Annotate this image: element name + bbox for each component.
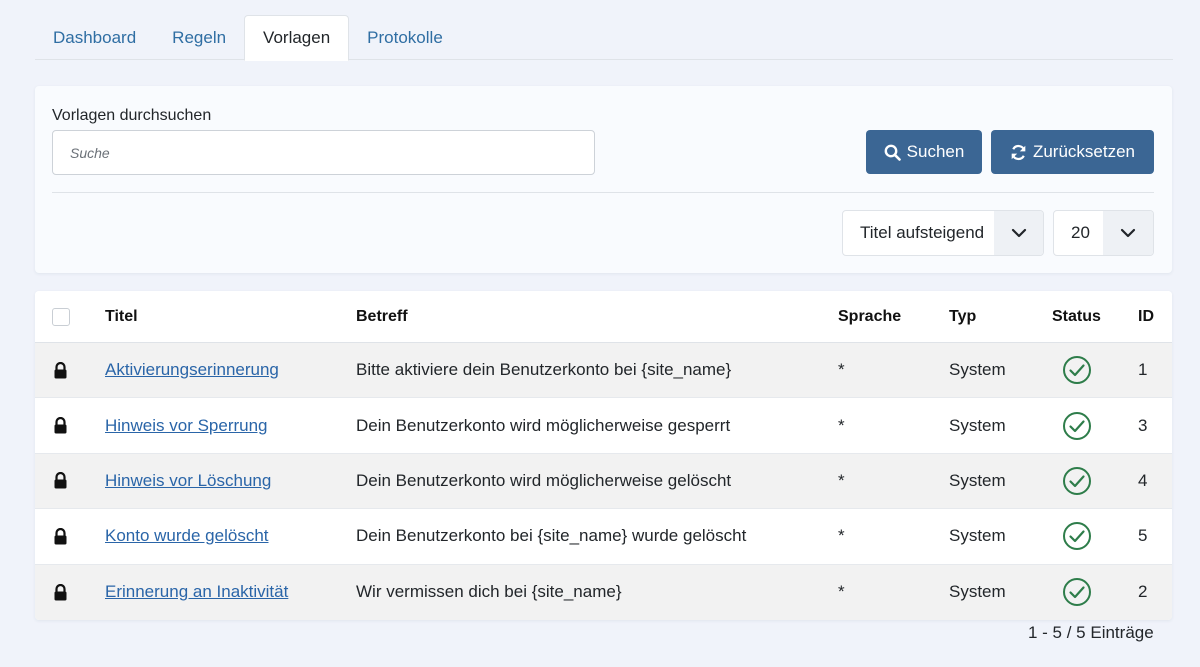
title-cell: Hinweis vor Löschung [105, 454, 271, 508]
subject-cell: Wir vermissen dich bei {site_name} [356, 582, 622, 602]
type-cell: System [949, 526, 1006, 546]
check-circle-icon[interactable] [1062, 509, 1092, 563]
type-cell: System [949, 360, 1006, 380]
template-title-link[interactable]: Hinweis vor Löschung [105, 471, 271, 491]
id-cell: 5 [1138, 526, 1148, 546]
id-cell: 3 [1138, 415, 1148, 435]
search-input[interactable] [52, 130, 595, 175]
check-circle-icon[interactable] [1062, 454, 1092, 508]
search-panel: Vorlagen durchsuchen Suchen Zurückse [35, 86, 1172, 273]
search-button[interactable]: Suchen [866, 130, 982, 174]
title-cell: Hinweis vor Sperrung [105, 398, 268, 452]
subject-cell: Dein Benutzerkonto wird möglicherweise g… [356, 415, 731, 435]
divider [52, 192, 1154, 193]
check-circle-icon[interactable] [1062, 398, 1092, 452]
table-row: Aktivierungserinnerung Bitte aktiviere de… [35, 343, 1172, 399]
lock-icon [53, 398, 68, 452]
header-status: Status [1052, 308, 1101, 325]
search-label: Vorlagen durchsuchen [52, 107, 212, 124]
table-row: Erinnerung an Inaktivität Wir vermissen d… [35, 564, 1172, 620]
header-subject: Betreff [356, 308, 408, 325]
language-cell: * [838, 415, 845, 435]
reset-button[interactable]: Zurücksetzen [991, 130, 1154, 174]
list-limit-select[interactable]: 20 [1053, 210, 1154, 256]
header-title[interactable]: Titel [105, 291, 138, 343]
id-cell: 1 [1138, 360, 1148, 380]
tab-dashboard[interactable]: Dashboard [35, 15, 154, 60]
list-limit-value: 20 [1071, 223, 1090, 242]
table-header: Titel Betreff Sprache Typ Status ID [35, 291, 1172, 343]
lock-icon [53, 454, 68, 508]
template-title-link[interactable]: Erinnerung an Inaktivität [105, 582, 288, 602]
check-circle-icon[interactable] [1062, 565, 1092, 620]
title-cell: Aktivierungserinnerung [105, 343, 279, 397]
refresh-icon [1010, 144, 1027, 161]
table-row: Hinweis vor Sperrung Dein Benutzerkonto w… [35, 398, 1172, 454]
language-cell: * [838, 582, 845, 602]
table-row: Hinweis vor Löschung Dein Benutzerkonto w… [35, 453, 1172, 510]
templates-table: Titel Betreff Sprache Typ Status ID Akti… [35, 291, 1172, 620]
lock-icon [53, 343, 68, 397]
language-cell: * [838, 470, 845, 490]
header-type: Typ [949, 308, 977, 325]
tab-regeln[interactable]: Regeln [154, 15, 244, 60]
type-cell: System [949, 470, 1006, 490]
tab-protokolle[interactable]: Protokolle [349, 15, 461, 60]
tab-vorlagen[interactable]: Vorlagen [244, 15, 350, 61]
reset-button-label: Zurücksetzen [1032, 142, 1136, 161]
pagination-count: 1 - 5 / 5 Einträge [1028, 623, 1154, 642]
subject-cell: Bitte aktiviere dein Benutzerkonto bei {… [356, 360, 732, 380]
template-title-link[interactable]: Aktivierungserinnerung [105, 360, 279, 380]
table-row: Konto wurde gelöscht Dein Benutzerkonto b… [35, 509, 1172, 565]
lock-icon [53, 509, 68, 563]
title-cell: Erinnerung an Inaktivität [105, 565, 288, 620]
id-cell: 4 [1138, 470, 1148, 490]
sort-order-select[interactable]: Titel aufsteigend [842, 210, 1044, 256]
template-title-link[interactable]: Konto wurde gelöscht [105, 526, 269, 546]
id-cell: 2 [1138, 582, 1148, 602]
tab-bar: Dashboard Regeln Vorlagen Protokolle [35, 15, 1173, 61]
chevron-down-icon [1103, 211, 1153, 255]
template-title-link[interactable]: Hinweis vor Sperrung [105, 416, 268, 436]
language-cell: * [838, 526, 845, 546]
subject-cell: Dein Benutzerkonto bei {site_name} wurde… [356, 526, 747, 546]
subject-cell: Dein Benutzerkonto wird möglicherweise g… [356, 470, 732, 490]
table-body: Aktivierungserinnerung Bitte aktiviere de… [35, 343, 1172, 620]
sort-order-value: Titel aufsteigend [860, 223, 985, 242]
type-cell: System [949, 582, 1006, 602]
title-cell: Konto wurde gelöscht [105, 509, 269, 563]
lock-icon [53, 565, 68, 620]
search-icon [884, 144, 901, 161]
page: Dashboard Regeln Vorlagen Protokolle Vor… [0, 0, 1200, 667]
select-all-checkbox[interactable] [52, 308, 70, 326]
language-cell: * [838, 360, 845, 380]
header-language: Sprache [838, 308, 902, 325]
chevron-down-icon [994, 211, 1043, 255]
header-id: ID [1138, 308, 1154, 325]
type-cell: System [949, 415, 1006, 435]
check-circle-icon[interactable] [1062, 343, 1092, 397]
search-button-label: Suchen [906, 142, 965, 161]
